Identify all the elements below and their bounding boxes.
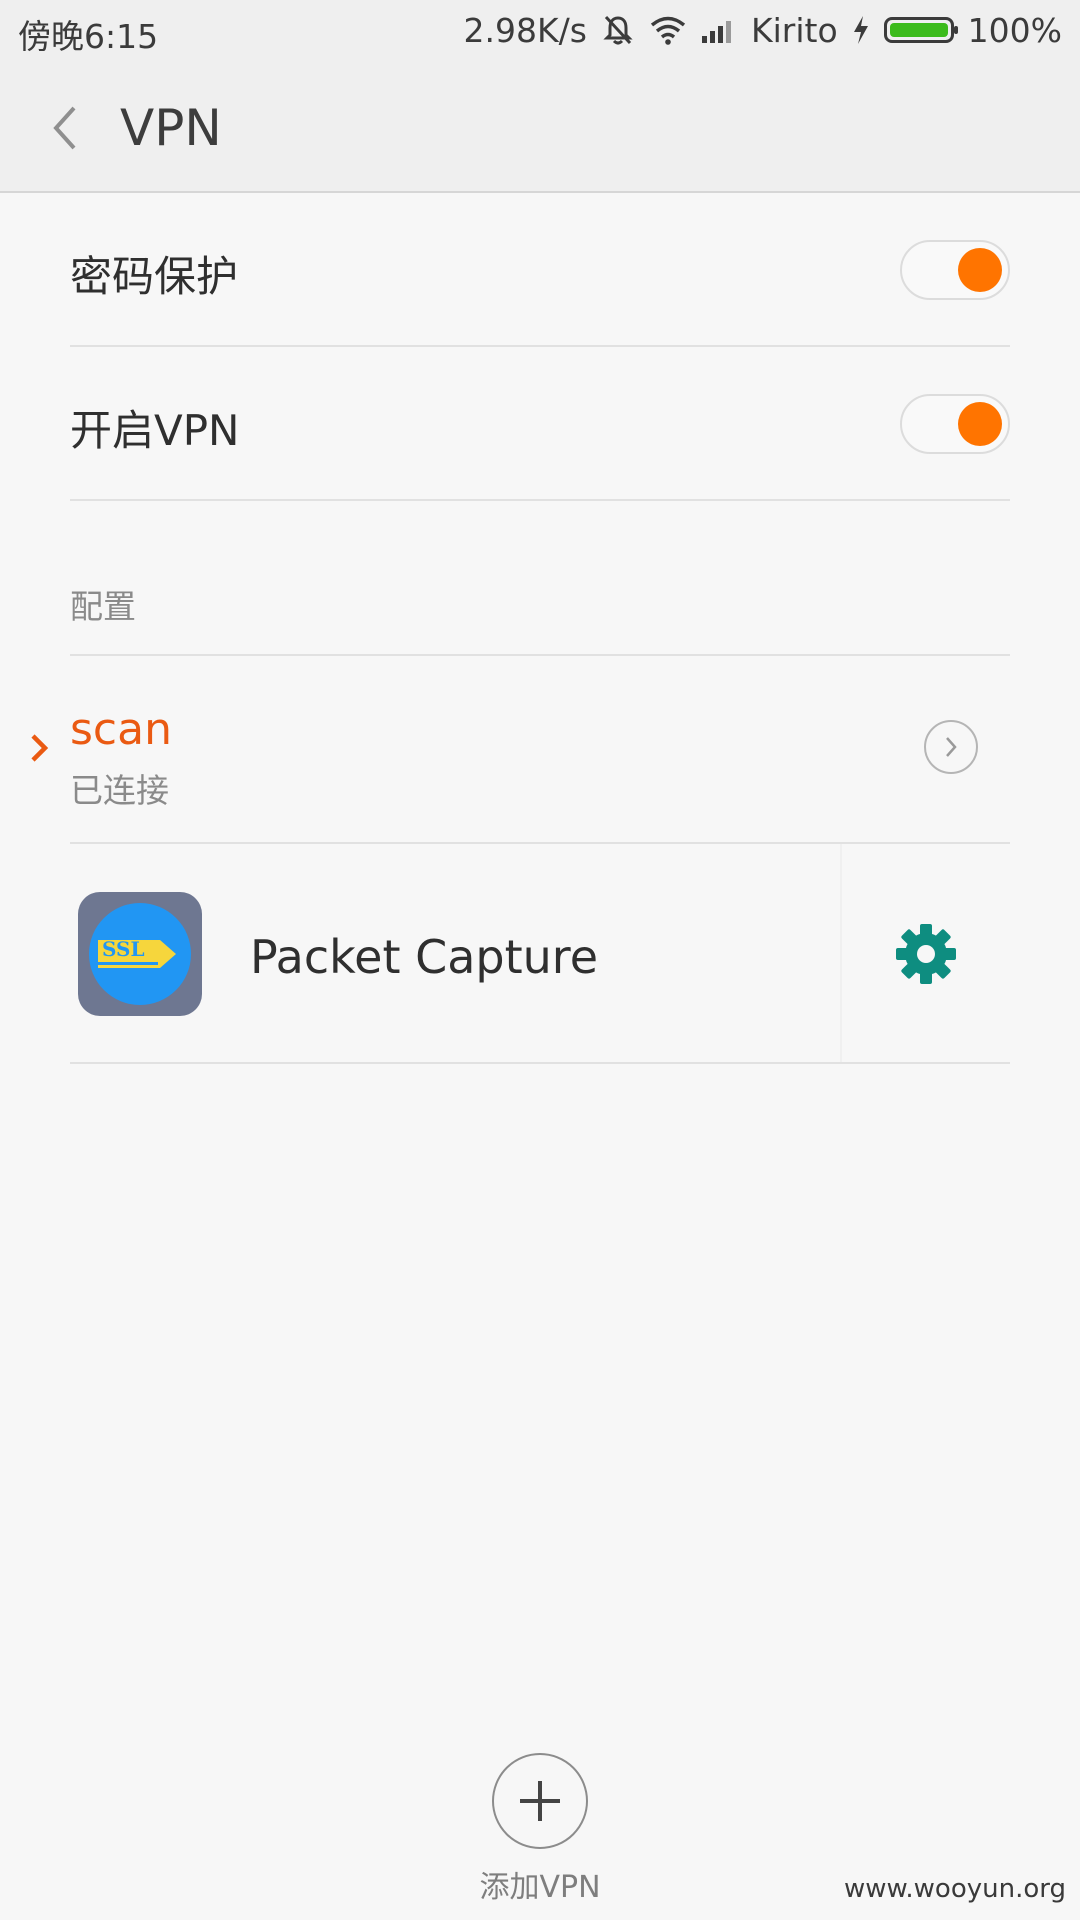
profile-detail-button[interactable] [924, 720, 978, 774]
status-time: 傍晚6:15 [18, 17, 159, 56]
password-protection-toggle[interactable] [900, 240, 1010, 300]
watermark: www.wooyun.org [843, 1874, 1066, 1904]
battery-percent: 100% [967, 10, 1062, 50]
vpn-app-settings-area [840, 844, 1010, 1062]
add-vpn-button[interactable] [492, 1753, 588, 1849]
password-protection-label: 密码保护 [70, 252, 239, 301]
enable-vpn-toggle[interactable] [900, 394, 1010, 454]
ssl-logo-icon: SSL [89, 903, 191, 1005]
status-bar: 傍晚6:15 2.98K/s Kirito 100% [0, 0, 1080, 60]
vpn-profile-status: 已连接 [70, 771, 169, 810]
back-button[interactable] [40, 100, 90, 156]
vpn-app-row[interactable]: SSL Packet Capture [70, 844, 1010, 1064]
plus-icon [520, 1781, 560, 1821]
wifi-icon [649, 15, 687, 45]
app-header: VPN [0, 60, 1080, 193]
vpn-app-settings-button[interactable] [894, 922, 958, 986]
notifications-off-icon [601, 13, 635, 47]
profiles-section-label: 配置 [70, 587, 136, 626]
status-icons: 2.98K/s Kirito 100% [464, 8, 1062, 52]
chevron-right-icon [946, 737, 957, 757]
vpn-profile-name: scan [70, 704, 172, 755]
vpn-app-name: Packet Capture [250, 930, 599, 984]
password-protection-row: 密码保护 [70, 193, 1010, 347]
app-icon-text: SSL [102, 937, 145, 961]
toggle-knob [958, 402, 1002, 446]
battery-level [889, 23, 948, 37]
enable-vpn-label: 开启VPN [70, 406, 240, 455]
charging-icon [852, 15, 870, 45]
page-title: VPN [120, 99, 222, 157]
chevron-left-icon [53, 106, 76, 150]
signal-icon [701, 16, 737, 44]
vpn-profile-row[interactable]: scan 已连接 [70, 656, 1010, 844]
battery-icon [883, 17, 958, 43]
packet-capture-app-icon: SSL [78, 892, 202, 1016]
enable-vpn-row: 开启VPN [70, 347, 1010, 501]
add-vpn-label[interactable]: 添加VPN [440, 1862, 640, 1906]
toggle-knob [958, 248, 1002, 292]
network-speed: 2.98K/s [463, 10, 587, 50]
active-indicator-icon [31, 734, 49, 762]
gear-icon [896, 924, 956, 984]
carrier-name: Kirito [750, 10, 838, 50]
